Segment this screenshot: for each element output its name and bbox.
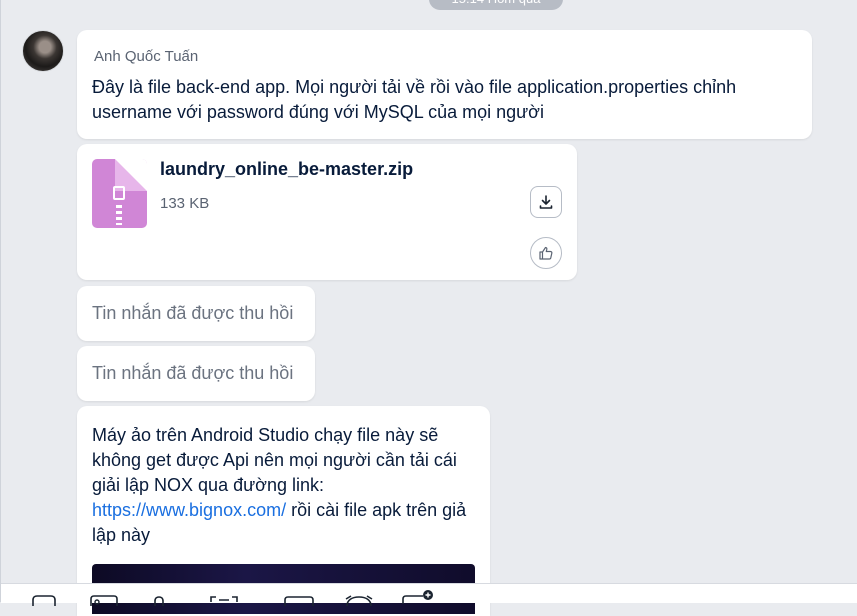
image-icon[interactable]	[89, 594, 119, 606]
download-button[interactable]	[530, 186, 562, 218]
recalled-message-text: Tin nhắn đã được thu hồi	[92, 363, 294, 383]
message-link[interactable]: https://www.bignox.com/	[92, 500, 286, 520]
zip-file-icon[interactable]	[92, 159, 147, 228]
file-message-bubble[interactable]: laundry_online_be-master.zip 133 KB	[77, 144, 577, 280]
sender-name: Anh Quốc Tuấn	[94, 48, 199, 65]
recalled-message-text: Tin nhắn đã được thu hồi	[92, 303, 294, 323]
reminder-icon[interactable]	[343, 594, 375, 606]
message-text-part: Máy ảo trên Android Studio chạy file này…	[92, 425, 457, 495]
date-divider: 15:14 Hôm qua	[429, 0, 563, 10]
attach-icon[interactable]	[151, 594, 167, 606]
window-edge	[0, 0, 1, 602]
screenshot-icon[interactable]	[209, 594, 239, 606]
chat-toolbar	[1, 583, 857, 606]
avatar[interactable]	[22, 30, 64, 72]
contact-card-icon[interactable]	[283, 594, 315, 606]
file-size: 133 KB	[160, 195, 210, 212]
message-text: Đây là file back-end app. Mọi người tải …	[92, 77, 737, 122]
thumbs-up-icon	[539, 246, 553, 260]
recalled-message-bubble[interactable]: Tin nhắn đã được thu hồi	[77, 346, 315, 401]
like-button[interactable]	[530, 237, 562, 269]
sticker-icon[interactable]	[31, 594, 57, 606]
recalled-message-bubble[interactable]: Tin nhắn đã được thu hồi	[77, 286, 315, 341]
download-icon	[539, 195, 553, 209]
file-name[interactable]: laundry_online_be-master.zip	[160, 159, 413, 180]
message-bubble[interactable]: Anh Quốc Tuấn Đây là file back-end app. …	[77, 30, 812, 139]
message-text: Máy ảo trên Android Studio chạy file này…	[92, 423, 477, 548]
